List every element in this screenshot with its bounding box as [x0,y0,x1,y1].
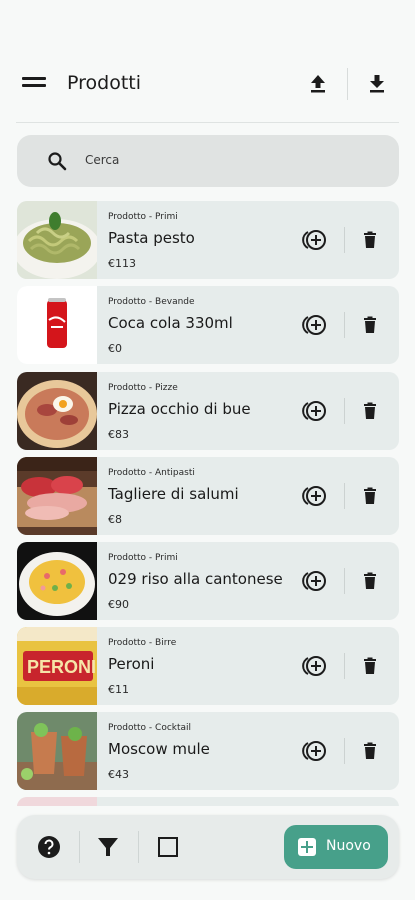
add-icon[interactable] [302,484,328,508]
product-image-coca-cola-can [17,286,97,364]
upload-icon[interactable] [303,68,333,98]
card-separator [344,227,345,253]
search-bar[interactable]: Cerca [17,135,399,187]
download-icon[interactable] [362,68,392,98]
toolbar-separator [79,831,80,863]
product-image-moscow-mule [17,712,97,790]
product-price: €83 [108,428,129,441]
product-category: Prodotto - Primi [108,212,178,222]
product-price: €90 [108,598,129,611]
product-list: Prodotto - Primi Pasta pesto €113 Prodot… [17,201,399,806]
search-icon [47,151,67,175]
product-name: 029 riso alla cantonese [108,570,283,588]
product-name: Pizza occhio di bue [108,400,251,418]
appbar-separator [347,68,348,100]
new-button-label: Nuovo [326,838,371,854]
product-category: Prodotto - Birre [108,638,177,648]
card-separator [344,653,345,679]
product-category: Prodotto - Primi [108,553,178,563]
product-category: Prodotto - Bevande [108,297,195,307]
product-price: €113 [108,257,136,270]
card-separator [344,738,345,764]
appbar-divider [16,122,399,123]
product-image-pizza [17,372,97,450]
add-icon[interactable] [302,569,328,593]
delete-icon[interactable] [360,486,380,506]
app-bar: Prodotti [0,0,415,124]
product-card[interactable]: Prodotto - Bevande Coca cola 330ml €0 [17,286,399,364]
product-card[interactable]: Prodotto - Antipasti Tagliere di salumi … [17,457,399,535]
product-name: Moscow mule [108,740,210,758]
add-icon[interactable] [302,739,328,763]
delete-icon[interactable] [360,571,380,591]
product-name: Coca cola 330ml [108,314,233,332]
product-card[interactable]: Prodotto - Primi Pasta pesto €113 [17,201,399,279]
product-card[interactable]: Prodotto - Pizze Pizza occhio di bue €83 [17,372,399,450]
page-title: Prodotti [67,72,142,94]
checkbox-icon[interactable] [156,835,180,859]
card-separator [344,568,345,594]
card-separator [344,398,345,424]
product-image-pasta-pesto [17,201,97,279]
product-card-partial[interactable] [17,797,399,806]
product-price: €43 [108,768,129,781]
add-icon[interactable] [302,313,328,337]
card-separator [344,312,345,338]
delete-icon[interactable] [360,656,380,676]
plus-icon [298,838,316,856]
search-input[interactable]: Cerca [85,153,119,167]
product-category: Prodotto - Pizze [108,383,178,393]
product-price: €8 [108,513,122,526]
product-image-peroni-beer: PERONI [17,627,97,705]
product-image-partial [17,797,97,806]
add-icon[interactable] [302,654,328,678]
product-price: €0 [108,342,122,355]
product-card[interactable]: Prodotto - Primi 029 riso alla cantonese… [17,542,399,620]
product-image-cold-cuts [17,457,97,535]
product-image-fried-rice [17,542,97,620]
toolbar-separator [138,831,139,863]
product-category: Prodotto - Antipasti [108,468,195,478]
product-price: €11 [108,683,129,696]
help-icon[interactable] [37,835,61,859]
filter-icon[interactable] [96,835,120,859]
delete-icon[interactable] [360,401,380,421]
product-card[interactable]: PERONI Prodotto - Birre Peroni €11 [17,627,399,705]
product-name: Peroni [108,655,155,673]
card-separator [344,483,345,509]
delete-icon[interactable] [360,741,380,761]
delete-icon[interactable] [360,230,380,250]
new-button[interactable]: Nuovo [284,825,388,869]
add-icon[interactable] [302,228,328,252]
product-card[interactable]: Prodotto - Cocktail Moscow mule €43 [17,712,399,790]
product-category: Prodotto - Cocktail [108,723,192,733]
product-name: Pasta pesto [108,229,195,247]
menu-icon[interactable] [22,76,48,92]
add-icon[interactable] [302,399,328,423]
svg-text:PERONI: PERONI [27,657,96,677]
product-name: Tagliere di salumi [108,485,239,503]
bottom-toolbar: Nuovo [17,815,399,879]
delete-icon[interactable] [360,315,380,335]
